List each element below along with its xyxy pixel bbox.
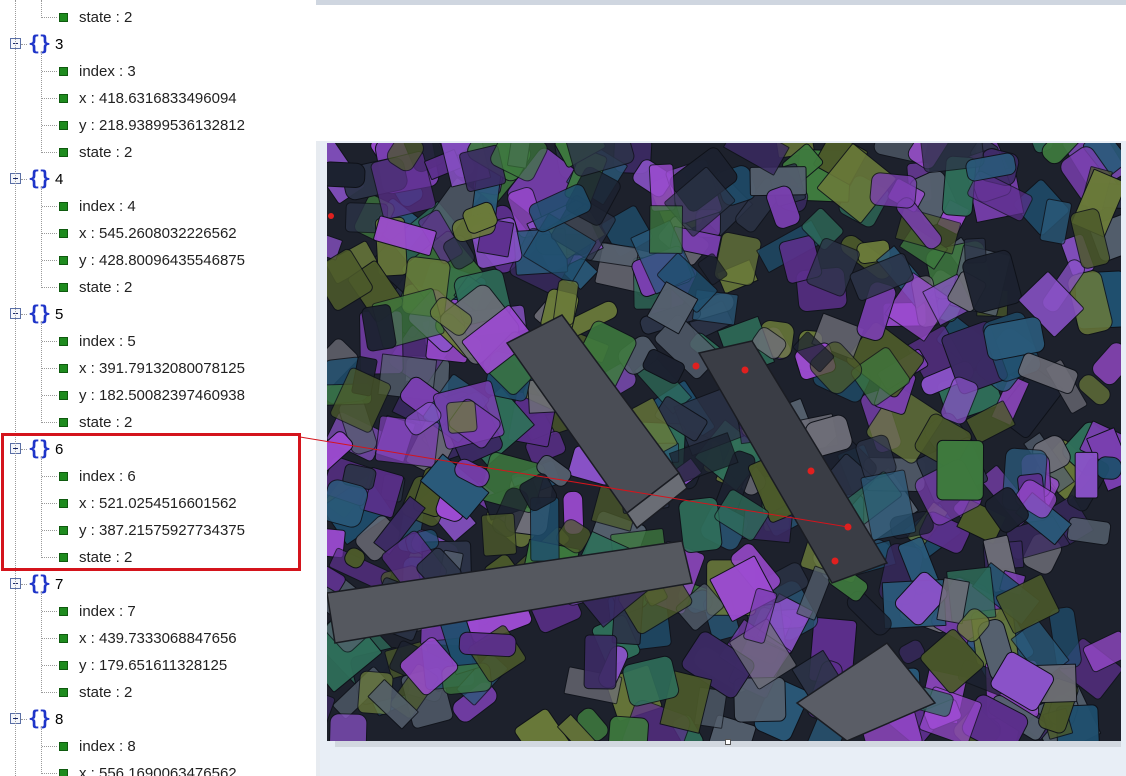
tree-guide-line (15, 0, 16, 776)
object-braces-icon: {} (28, 301, 51, 325)
tree-guide-line (41, 726, 42, 774)
property-text: state : 2 (79, 144, 133, 161)
tree-property-node[interactable]: x : 418.6316833496094 (0, 85, 316, 112)
property-square-icon (59, 688, 68, 697)
tree-property-node[interactable]: state : 2 (0, 139, 316, 166)
tree-guide-line (41, 321, 42, 423)
object-braces-icon: {} (28, 31, 51, 55)
property-text: state : 2 (79, 279, 133, 296)
tree-object-node[interactable]: {} 3 (0, 31, 316, 58)
property-text: index : 5 (79, 333, 136, 350)
object-key: 7 (55, 576, 64, 593)
tree-object-node[interactable]: {} 8 (0, 706, 316, 733)
tree-object-node[interactable]: {} 5 (0, 301, 316, 328)
property-square-icon (59, 607, 68, 616)
object-key: 3 (55, 36, 64, 53)
tree-property-node[interactable]: y : 218.93899536132812 (0, 112, 316, 139)
property-text: state : 2 (79, 9, 133, 26)
tree-object-node[interactable]: {} 7 (0, 571, 316, 598)
object-key: 8 (55, 711, 64, 728)
property-square-icon (59, 148, 68, 157)
scene-image (327, 143, 1121, 741)
property-square-icon (59, 742, 68, 751)
tree-guide-line (41, 591, 42, 693)
tree-property-node[interactable]: index : 4 (0, 193, 316, 220)
tree-property-node[interactable]: x : 439.7333068847656 (0, 625, 316, 652)
property-square-icon (59, 67, 68, 76)
property-square-icon (59, 13, 68, 22)
property-square-icon (59, 769, 68, 776)
tree-property-node[interactable]: index : 8 (0, 733, 316, 760)
tree-guide-line (41, 0, 42, 18)
property-text: x : 439.7333068847656 (79, 630, 237, 647)
tree-property-node[interactable]: index : 5 (0, 328, 316, 355)
tree-property-node[interactable]: index : 3 (0, 58, 316, 85)
tree-property-node[interactable]: state : 2 (0, 4, 316, 31)
tree-property-node[interactable]: state : 2 (0, 679, 316, 706)
json-tree-panel: state : 2{} 3 index : 3x : 418.63168334960… (0, 0, 316, 776)
property-text: state : 2 (79, 684, 133, 701)
tree-guide-line (41, 186, 42, 288)
property-square-icon (59, 202, 68, 211)
canvas-resize-handle[interactable] (725, 739, 731, 745)
property-square-icon (59, 256, 68, 265)
property-text: index : 3 (79, 63, 136, 80)
property-text: state : 2 (79, 414, 133, 431)
tree-property-node[interactable]: index : 7 (0, 598, 316, 625)
property-text: index : 7 (79, 603, 136, 620)
tree-property-node[interactable]: x : 391.79132080078125 (0, 355, 316, 382)
property-square-icon (59, 418, 68, 427)
selection-highlight-box (1, 433, 301, 571)
property-square-icon (59, 634, 68, 643)
property-square-icon (59, 229, 68, 238)
tree-property-node[interactable]: state : 2 (0, 274, 316, 301)
tree-property-node[interactable]: y : 179.651611328125 (0, 652, 316, 679)
tree-property-node[interactable]: y : 182.50082397460938 (0, 382, 316, 409)
property-text: index : 8 (79, 738, 136, 755)
tree-property-node[interactable]: state : 2 (0, 409, 316, 436)
object-braces-icon: {} (28, 166, 51, 190)
property-text: y : 218.93899536132812 (79, 117, 245, 134)
property-square-icon (59, 391, 68, 400)
object-braces-icon: {} (28, 706, 51, 730)
property-text: x : 556.1690063476562 (79, 765, 237, 776)
property-text: index : 4 (79, 198, 136, 215)
object-key: 4 (55, 171, 64, 188)
tree-object-node[interactable]: {} 4 (0, 166, 316, 193)
property-text: y : 179.651611328125 (79, 657, 228, 674)
property-text: x : 418.6316833496094 (79, 90, 237, 107)
object-key: 5 (55, 306, 64, 323)
property-square-icon (59, 94, 68, 103)
tree-property-node[interactable]: y : 428.80096435546875 (0, 247, 316, 274)
tree-property-node[interactable]: x : 556.1690063476562 (0, 760, 316, 776)
property-square-icon (59, 337, 68, 346)
property-text: y : 182.50082397460938 (79, 387, 245, 404)
property-square-icon (59, 121, 68, 130)
property-text: y : 428.80096435546875 (79, 252, 245, 269)
viewer-header-area (316, 5, 1126, 141)
property-square-icon (59, 364, 68, 373)
tree-property-node[interactable]: x : 545.2608032226562 (0, 220, 316, 247)
object-braces-icon: {} (28, 571, 51, 595)
render-canvas[interactable] (327, 143, 1121, 741)
tree-guide-line (41, 51, 42, 153)
property-text: x : 545.2608032226562 (79, 225, 237, 242)
property-square-icon (59, 661, 68, 670)
property-square-icon (59, 283, 68, 292)
property-text: x : 391.79132080078125 (79, 360, 245, 377)
